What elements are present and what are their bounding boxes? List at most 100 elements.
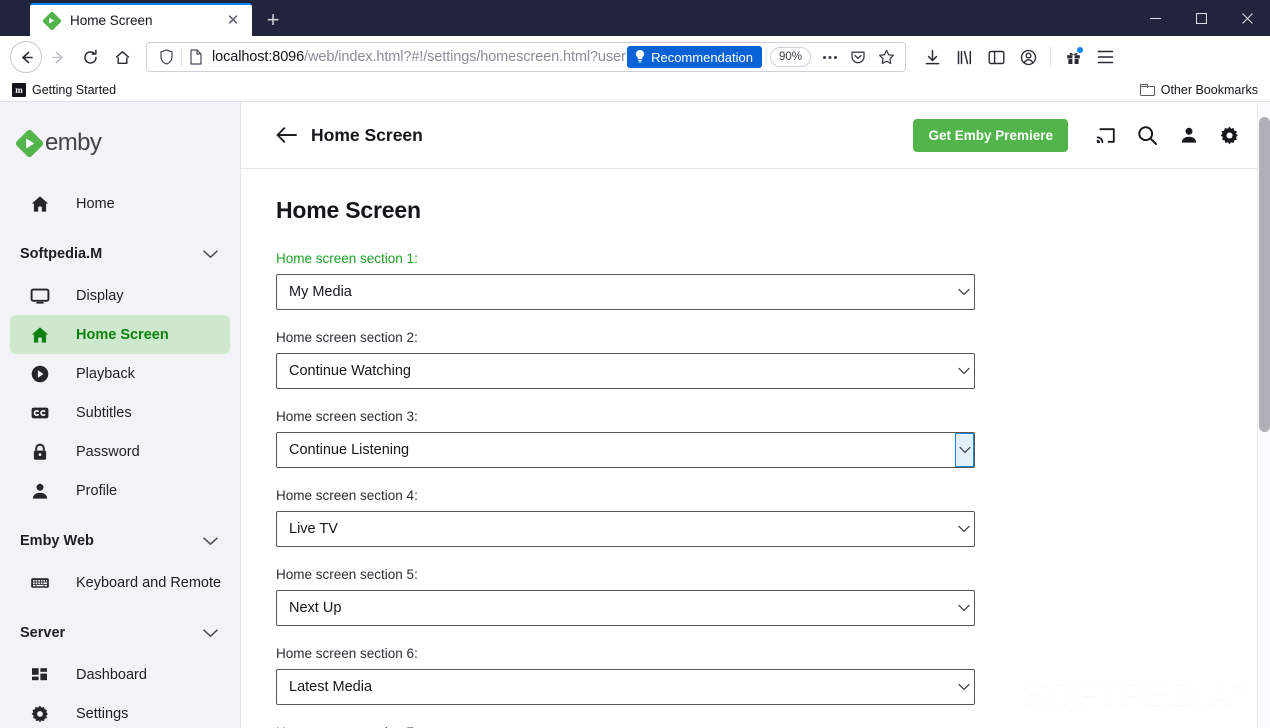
url-path: /web/index.html?#!/settings/homescreen.h… <box>304 49 628 65</box>
app-header: Home Screen Get Emby Premiere <box>241 102 1270 169</box>
field-label: Home screen section 5: <box>276 567 418 582</box>
select-home-screen-section-6[interactable]: Latest Media <box>276 669 975 705</box>
address-bar[interactable]: localhost:8096/web/index.html?#!/setting… <box>146 42 906 72</box>
sidebar-item-label: Dashboard <box>76 666 147 683</box>
select-value: My Media <box>289 284 352 300</box>
settings-form: Home Screen Home screen section 1: My Me… <box>241 169 1270 728</box>
emby-logo-text: emby <box>45 129 102 156</box>
zoom-level-badge[interactable]: 90% <box>769 47 811 67</box>
main-content: Home Screen Get Emby Premiere Home Scree… <box>241 102 1270 728</box>
maximize-icon[interactable] <box>1178 0 1224 36</box>
sidebar-item-playback[interactable]: Playback <box>10 354 230 393</box>
chevron-down-icon[interactable] <box>955 433 974 467</box>
select-home-screen-section-4[interactable]: Live TV <box>276 511 975 547</box>
select-value: Next Up <box>289 600 342 616</box>
chevron-down-icon[interactable] <box>954 670 973 704</box>
sidebar-item-label: Playback <box>76 365 135 382</box>
star-icon[interactable] <box>873 44 899 70</box>
softpedia-watermark: SOFTPEDIA® <box>1023 674 1244 713</box>
scrollbar-thumb[interactable] <box>1259 117 1270 432</box>
select-home-screen-section-3[interactable]: Continue Listening <box>276 432 975 468</box>
app-header-title: Home Screen <box>311 124 423 145</box>
page-viewport: emby Home Softpedia.M Display Home Scree… <box>0 102 1270 728</box>
chevron-down-icon[interactable] <box>954 512 973 546</box>
navigation-toolbar: localhost:8096/web/index.html?#!/setting… <box>0 36 1270 78</box>
sidebar-group-softpedia[interactable]: Softpedia.M <box>0 232 240 276</box>
folder-icon <box>1139 83 1155 96</box>
select-home-screen-section-2[interactable]: Continue Watching <box>276 353 975 389</box>
sidebar-group-label: Softpedia.M <box>20 246 103 262</box>
emby-logo-icon <box>42 10 62 31</box>
back-arrow-icon[interactable] <box>276 126 302 144</box>
field-label: Home screen section 6: <box>276 646 418 661</box>
sidebar-item-home-screen[interactable]: Home Screen <box>10 315 230 354</box>
field-home-screen-section-4: Home screen section 4: Live TV <box>276 488 975 547</box>
pocket-icon[interactable] <box>845 44 871 70</box>
back-arrow-icon[interactable] <box>10 41 42 73</box>
bookmarks-bar: m Getting Started Other Bookmarks <box>0 78 1270 102</box>
sidebar-group-label: Emby Web <box>20 533 94 549</box>
field-home-screen-section-6: Home screen section 6: Latest Media <box>276 646 975 705</box>
divider <box>1050 47 1051 67</box>
search-icon[interactable] <box>1127 115 1168 156</box>
tab-strip: Home Screen ✕ + <box>0 0 290 36</box>
ellipsis-icon[interactable] <box>817 44 843 70</box>
cast-icon[interactable] <box>1086 115 1127 156</box>
browser-tab-home-screen[interactable]: Home Screen ✕ <box>30 3 252 36</box>
play-circle-icon <box>30 364 56 384</box>
sidebar-item-profile[interactable]: Profile <box>10 471 230 510</box>
reload-icon[interactable] <box>74 41 106 73</box>
sidebar-group-server[interactable]: Server <box>0 611 240 655</box>
chevron-down-icon[interactable] <box>954 591 973 625</box>
titlebar: Home Screen ✕ + <box>0 0 1270 36</box>
home-icon <box>30 325 56 345</box>
sidebar-item-label: Home Screen <box>76 326 169 343</box>
sidebar-item-label: Subtitles <box>76 404 132 421</box>
sidebar-item-settings[interactable]: Settings <box>10 694 230 728</box>
sidebar-group-emby-web[interactable]: Emby Web <box>0 519 240 563</box>
sidebar-item-password[interactable]: Password <box>10 432 230 471</box>
hamburger-menu-icon[interactable] <box>1089 41 1121 73</box>
gear-icon[interactable] <box>1209 115 1250 156</box>
account-icon[interactable] <box>1012 41 1044 73</box>
minimize-icon[interactable] <box>1132 0 1178 36</box>
url-text[interactable]: localhost:8096/web/index.html?#!/setting… <box>208 49 627 65</box>
emby-sidebar: emby Home Softpedia.M Display Home Scree… <box>0 102 241 728</box>
emby-logo[interactable]: emby <box>0 102 240 184</box>
field-label: Home screen section 1: <box>276 251 418 266</box>
sidebar-item-label: Password <box>76 443 140 460</box>
browser-window: Home Screen ✕ + localhost:8096/web/index… <box>0 0 1270 728</box>
person-icon[interactable] <box>1168 115 1209 156</box>
recommendation-badge[interactable]: Recommendation <box>627 46 762 68</box>
extension-gift-icon[interactable] <box>1057 41 1089 73</box>
close-icon[interactable]: ✕ <box>222 10 244 32</box>
get-emby-premiere-button[interactable]: Get Emby Premiere <box>913 118 1068 152</box>
bookmark-label: Getting Started <box>32 82 117 97</box>
library-icon[interactable] <box>948 41 980 73</box>
select-home-screen-section-1[interactable]: My Media <box>276 274 975 310</box>
lightbulb-icon <box>634 49 646 66</box>
window-controls <box>1132 0 1270 36</box>
chevron-down-icon <box>203 536 218 546</box>
app-header-actions: Get Emby Premiere <box>913 115 1250 156</box>
new-tab-button[interactable]: + <box>256 3 290 36</box>
field-home-screen-section-2: Home screen section 2: Continue Watching <box>276 330 975 389</box>
home-icon[interactable] <box>106 41 138 73</box>
select-value: Live TV <box>289 521 338 537</box>
sidebar-item-dashboard[interactable]: Dashboard <box>10 655 230 694</box>
download-icon[interactable] <box>916 41 948 73</box>
page-scrollbar[interactable] <box>1257 102 1270 728</box>
other-bookmarks-button[interactable]: Other Bookmarks <box>1139 83 1260 97</box>
sidebar-icon[interactable] <box>980 41 1012 73</box>
chevron-down-icon[interactable] <box>954 275 973 309</box>
select-home-screen-section-5[interactable]: Next Up <box>276 590 975 626</box>
bookmark-getting-started[interactable]: m Getting Started <box>8 82 120 97</box>
sidebar-item-home[interactable]: Home <box>10 184 230 223</box>
sidebar-item-keyboard-and-remote[interactable]: Keyboard and Remote <box>10 563 230 602</box>
sidebar-item-subtitles[interactable]: Subtitles <box>10 393 230 432</box>
notification-dot <box>1077 47 1083 53</box>
sidebar-item-display[interactable]: Display <box>10 276 230 315</box>
close-icon[interactable] <box>1224 0 1270 36</box>
recommendation-label: Recommendation <box>651 49 753 65</box>
chevron-down-icon[interactable] <box>954 354 973 388</box>
